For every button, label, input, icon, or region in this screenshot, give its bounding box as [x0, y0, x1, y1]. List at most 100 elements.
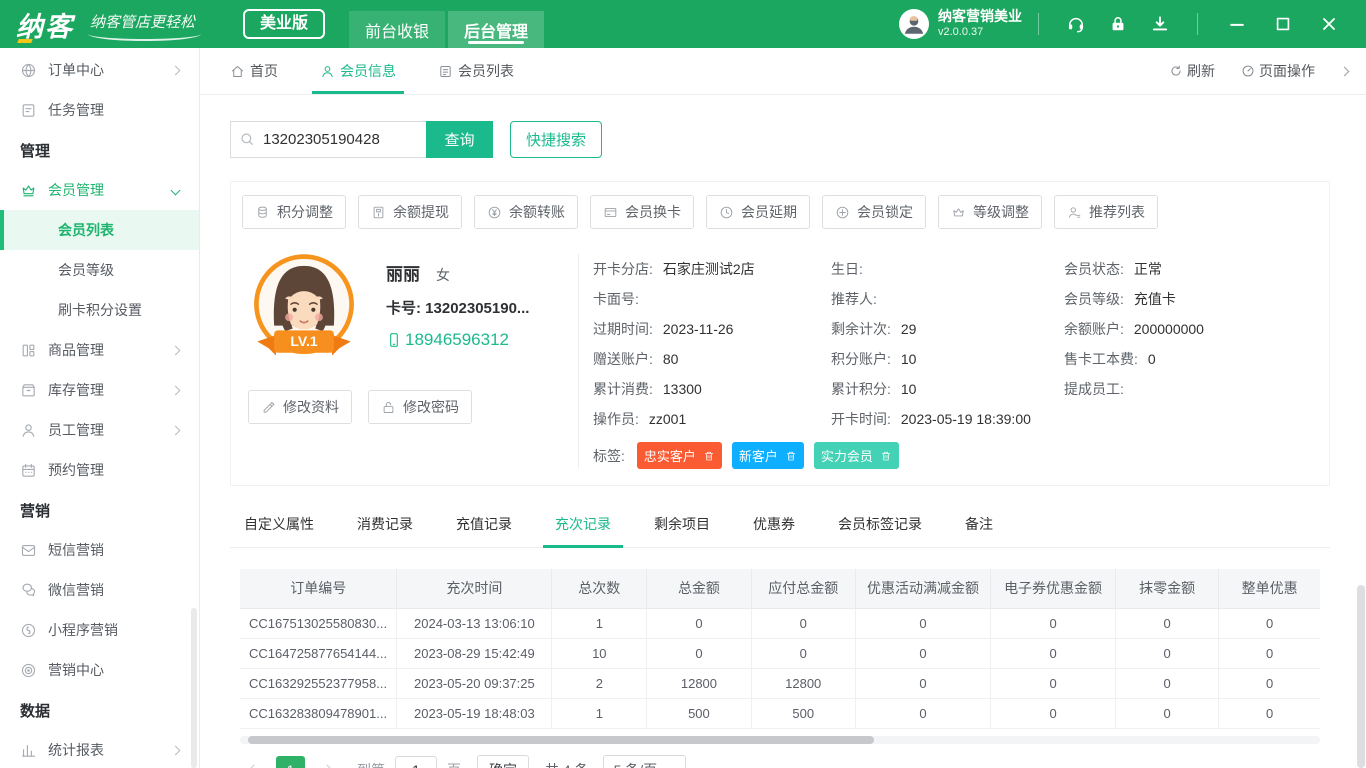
lock-icon	[381, 400, 396, 415]
edit-password-label: 修改密码	[403, 397, 459, 417]
sidebar-item-sms-marketing[interactable]: 短信营销	[0, 530, 199, 570]
lock-icon[interactable]	[1108, 14, 1128, 34]
sidebar-item-label: 统计报表	[48, 740, 104, 760]
vscroll-thumb[interactable]	[1357, 585, 1365, 768]
table-row[interactable]: CC167513025580830...2024-03-13 13:06:101…	[240, 608, 1320, 638]
query-button[interactable]: 查询	[426, 121, 493, 158]
sidebar-item-label: 微信营销	[48, 580, 104, 600]
confirm-page-button[interactable]: 确定	[477, 755, 529, 768]
sidebar-item-booking-mgmt[interactable]: 预约管理	[0, 450, 199, 490]
sidebar-scrollbar-thumb[interactable]	[191, 608, 197, 768]
nav-front-desk[interactable]: 前台收银	[349, 11, 445, 48]
sidebar-item-task-mgmt[interactable]: 任务管理	[0, 90, 199, 130]
chevron-right-icon[interactable]	[1340, 66, 1350, 76]
sidebar-item-miniapp-marketing[interactable]: 小程序营销	[0, 610, 199, 650]
balance-transfer-button[interactable]: 余额转账	[474, 195, 578, 229]
trash-icon[interactable]	[703, 450, 715, 462]
table-row[interactable]: CC164725877654144...2023-08-29 15:42:491…	[240, 638, 1320, 668]
member-tag[interactable]: 新客户	[732, 442, 804, 469]
member-tag[interactable]: 实力会员	[814, 442, 899, 469]
current-page[interactable]: 1	[276, 756, 305, 768]
detail-tabs: 自定义属性 消费记录 充值记录 充次记录 剩余项目 优惠券 会员标签记录 备注	[230, 508, 1330, 548]
tab-times-recharge-records[interactable]: 充次记录	[553, 508, 613, 547]
goto-page-input[interactable]	[395, 756, 437, 768]
trash-icon[interactable]	[785, 450, 797, 462]
globe-icon	[20, 62, 37, 79]
nav-back-office[interactable]: 后台管理	[448, 11, 544, 48]
tab-home[interactable]: 首页	[230, 48, 278, 94]
member-tag[interactable]: 忠实客户	[637, 442, 722, 469]
sidebar-section-marketing: 营销	[0, 490, 199, 530]
member-phone: 18946596312	[386, 330, 529, 350]
list-icon	[438, 64, 453, 79]
referral-list-button[interactable]: 推荐列表	[1054, 195, 1158, 229]
member-search-input[interactable]	[230, 121, 426, 158]
tab-member-list[interactable]: 会员列表	[438, 48, 514, 94]
target-icon	[20, 662, 37, 679]
person-icon	[20, 422, 37, 439]
tab-member-info[interactable]: 会员信息	[320, 48, 396, 94]
main-area: 首页 会员信息 会员列表 刷新 页面操作	[200, 48, 1366, 768]
close-button[interactable]	[1319, 14, 1339, 34]
sidebar-item-member-level[interactable]: 会员等级	[0, 250, 199, 290]
maximize-button[interactable]	[1273, 14, 1293, 34]
prev-page-button[interactable]	[240, 756, 268, 768]
minimize-button[interactable]	[1227, 14, 1247, 34]
gauge-icon	[1241, 64, 1255, 78]
sidebar-item-member-mgmt[interactable]: 会员管理	[0, 170, 199, 210]
member-name: 丽丽	[386, 265, 420, 284]
sidebar-item-goods-mgmt[interactable]: 商品管理	[0, 330, 199, 370]
table-row[interactable]: CC163283809478901...2023-05-19 18:48:031…	[240, 698, 1320, 728]
change-card-button[interactable]: 会员换卡	[590, 195, 694, 229]
refresh-button[interactable]: 刷新	[1169, 61, 1215, 81]
edition-badge[interactable]: 美业版	[243, 9, 325, 39]
member-level-badge: LV.1	[290, 333, 317, 349]
sidebar-item-stock-mgmt[interactable]: 库存管理	[0, 370, 199, 410]
member-extend-button[interactable]: 会员延期	[706, 195, 810, 229]
member-icon	[320, 64, 335, 79]
next-page-button[interactable]	[313, 756, 341, 768]
sidebar-item-wechat-marketing[interactable]: 微信营销	[0, 570, 199, 610]
tab-remaining-items[interactable]: 剩余项目	[652, 508, 712, 547]
table-row[interactable]: CC163292552377958...2023-05-20 09:37:252…	[240, 668, 1320, 698]
chevron-right-icon	[171, 345, 181, 355]
sidebar-item-order-center[interactable]: 订单中心	[0, 50, 199, 90]
customer-service-icon[interactable]	[1066, 14, 1086, 34]
col-evoucher-discount: 电子券优惠金额	[991, 569, 1116, 608]
tab-custom-attrs[interactable]: 自定义属性	[242, 508, 316, 547]
main-vertical-scrollbar	[1357, 95, 1365, 768]
edit-password-button[interactable]: 修改密码	[368, 390, 472, 424]
download-icon[interactable]	[1150, 14, 1170, 34]
action-label: 等级调整	[973, 202, 1029, 222]
account-avatar[interactable]	[899, 9, 929, 39]
balance-withdraw-button[interactable]: 余额提现	[358, 195, 462, 229]
trash-icon[interactable]	[880, 450, 892, 462]
tab-consume-records[interactable]: 消费记录	[355, 508, 415, 547]
action-label: 会员换卡	[625, 202, 681, 222]
sidebar-item-staff-mgmt[interactable]: 员工管理	[0, 410, 199, 450]
quick-search-button[interactable]: 快捷搜索	[510, 121, 602, 158]
page-operations-button[interactable]: 页面操作	[1241, 61, 1315, 81]
action-label: 余额转账	[509, 202, 565, 222]
sidebar-item-card-points[interactable]: 刷卡积分设置	[0, 290, 199, 330]
page-size-select[interactable]: 5 条/页	[603, 755, 687, 768]
tab-member-tag-records[interactable]: 会员标签记录	[836, 508, 924, 547]
sidebar-item-member-list[interactable]: 会员列表	[0, 210, 199, 250]
sidebar-item-label: 预约管理	[48, 460, 104, 480]
edit-profile-button[interactable]: 修改资料	[248, 390, 352, 424]
hscroll-thumb[interactable]	[248, 736, 874, 744]
sidebar-item-marketing-center[interactable]: 营销中心	[0, 650, 199, 690]
points-adjust-button[interactable]: 积分调整	[242, 195, 346, 229]
level-adjust-button[interactable]: 等级调整	[938, 195, 1042, 229]
action-label: 推荐列表	[1089, 202, 1145, 222]
sidebar-item-label: 订单中心	[48, 60, 104, 80]
member-lock-button[interactable]: 会员锁定	[822, 195, 926, 229]
tab-recharge-records[interactable]: 充值记录	[454, 508, 514, 547]
tab-remarks[interactable]: 备注	[963, 508, 995, 547]
tab-coupons[interactable]: 优惠券	[751, 508, 797, 547]
app-logo: 纳客	[16, 5, 74, 44]
sidebar-item-stats-report[interactable]: 统计报表	[0, 730, 199, 768]
chevron-right-icon	[171, 425, 181, 435]
table-horizontal-scrollbar	[240, 736, 1320, 744]
box-icon	[20, 382, 37, 399]
